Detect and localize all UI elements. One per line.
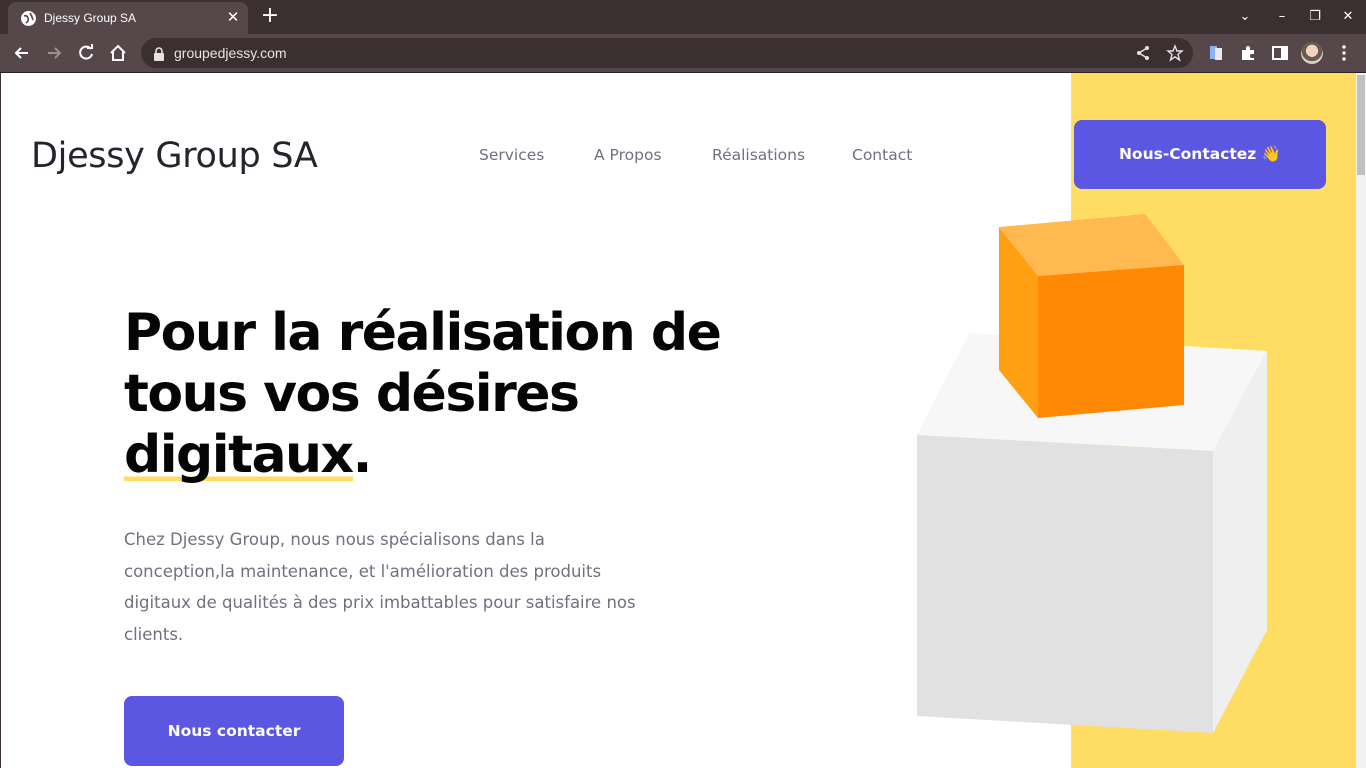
close-window-button[interactable]: ✕ [1338,7,1358,27]
nav-link-contact[interactable]: Contact [852,146,912,164]
scrollbar-thumb[interactable] [1357,75,1365,175]
url-text[interactable]: groupedjessy.com [174,45,287,61]
site-logo[interactable]: Djessy Group SA [31,136,318,176]
share-icon[interactable] [1134,44,1152,62]
hero-description: Chez Djessy Group, nous nous spécialison… [124,530,636,644]
hero-contact-button[interactable]: Nous contacter [124,696,344,766]
hero-title-period: . [352,425,373,485]
avatar[interactable] [1301,42,1323,64]
star-icon[interactable] [1166,44,1184,62]
sidebar-icon[interactable] [1270,43,1290,63]
menu-icon[interactable] [1334,43,1354,63]
nav-link-services[interactable]: Services [479,146,544,164]
puzzle-icon[interactable] [1238,43,1258,63]
address-bar[interactable]: groupedjessy.com [141,38,1193,68]
hero-title-highlight: digitaux [124,425,354,485]
tab-strip: Djessy Group SA ✕ + ⌄ – ❐ ✕ [0,0,1366,34]
browser-toolbar: groupedjessy.com [0,34,1366,72]
reload-icon[interactable] [75,42,97,64]
new-tab-button[interactable]: + [258,5,282,29]
hero-title-line-3: digitaux. [124,425,684,486]
tab-close-icon[interactable]: ✕ [224,8,242,26]
home-icon[interactable] [107,42,129,64]
nav-link-realisations[interactable]: Réalisations [712,146,805,164]
back-icon[interactable] [11,42,33,64]
hero-title: Pour la réalisation de tous vos désires … [124,303,722,486]
minimize-button[interactable]: – [1272,7,1292,27]
forward-icon[interactable] [43,42,65,64]
small-cube-left [999,227,1038,418]
hero-title-line-2: tous vos désires [124,364,580,424]
lock-icon[interactable] [153,46,165,61]
globe-icon [21,11,36,26]
hero-title-line-1: Pour la réalisation de [124,303,722,363]
extension-tab-icon[interactable] [1206,43,1226,63]
nav-link-a-propos[interactable]: A Propos [594,146,662,164]
browser-tab[interactable]: Djessy Group SA ✕ [8,2,248,34]
page-scrollbar[interactable] [1356,73,1366,768]
contact-cta-button[interactable]: Nous-Contactez 👋 [1074,120,1326,189]
tab-title: Djessy Group SA [44,11,137,25]
page-viewport: Djessy Group SA Services A Propos Réalis… [0,73,1356,768]
tab-search-icon[interactable]: ⌄ [1235,7,1255,27]
restore-button[interactable]: ❐ [1305,7,1325,27]
